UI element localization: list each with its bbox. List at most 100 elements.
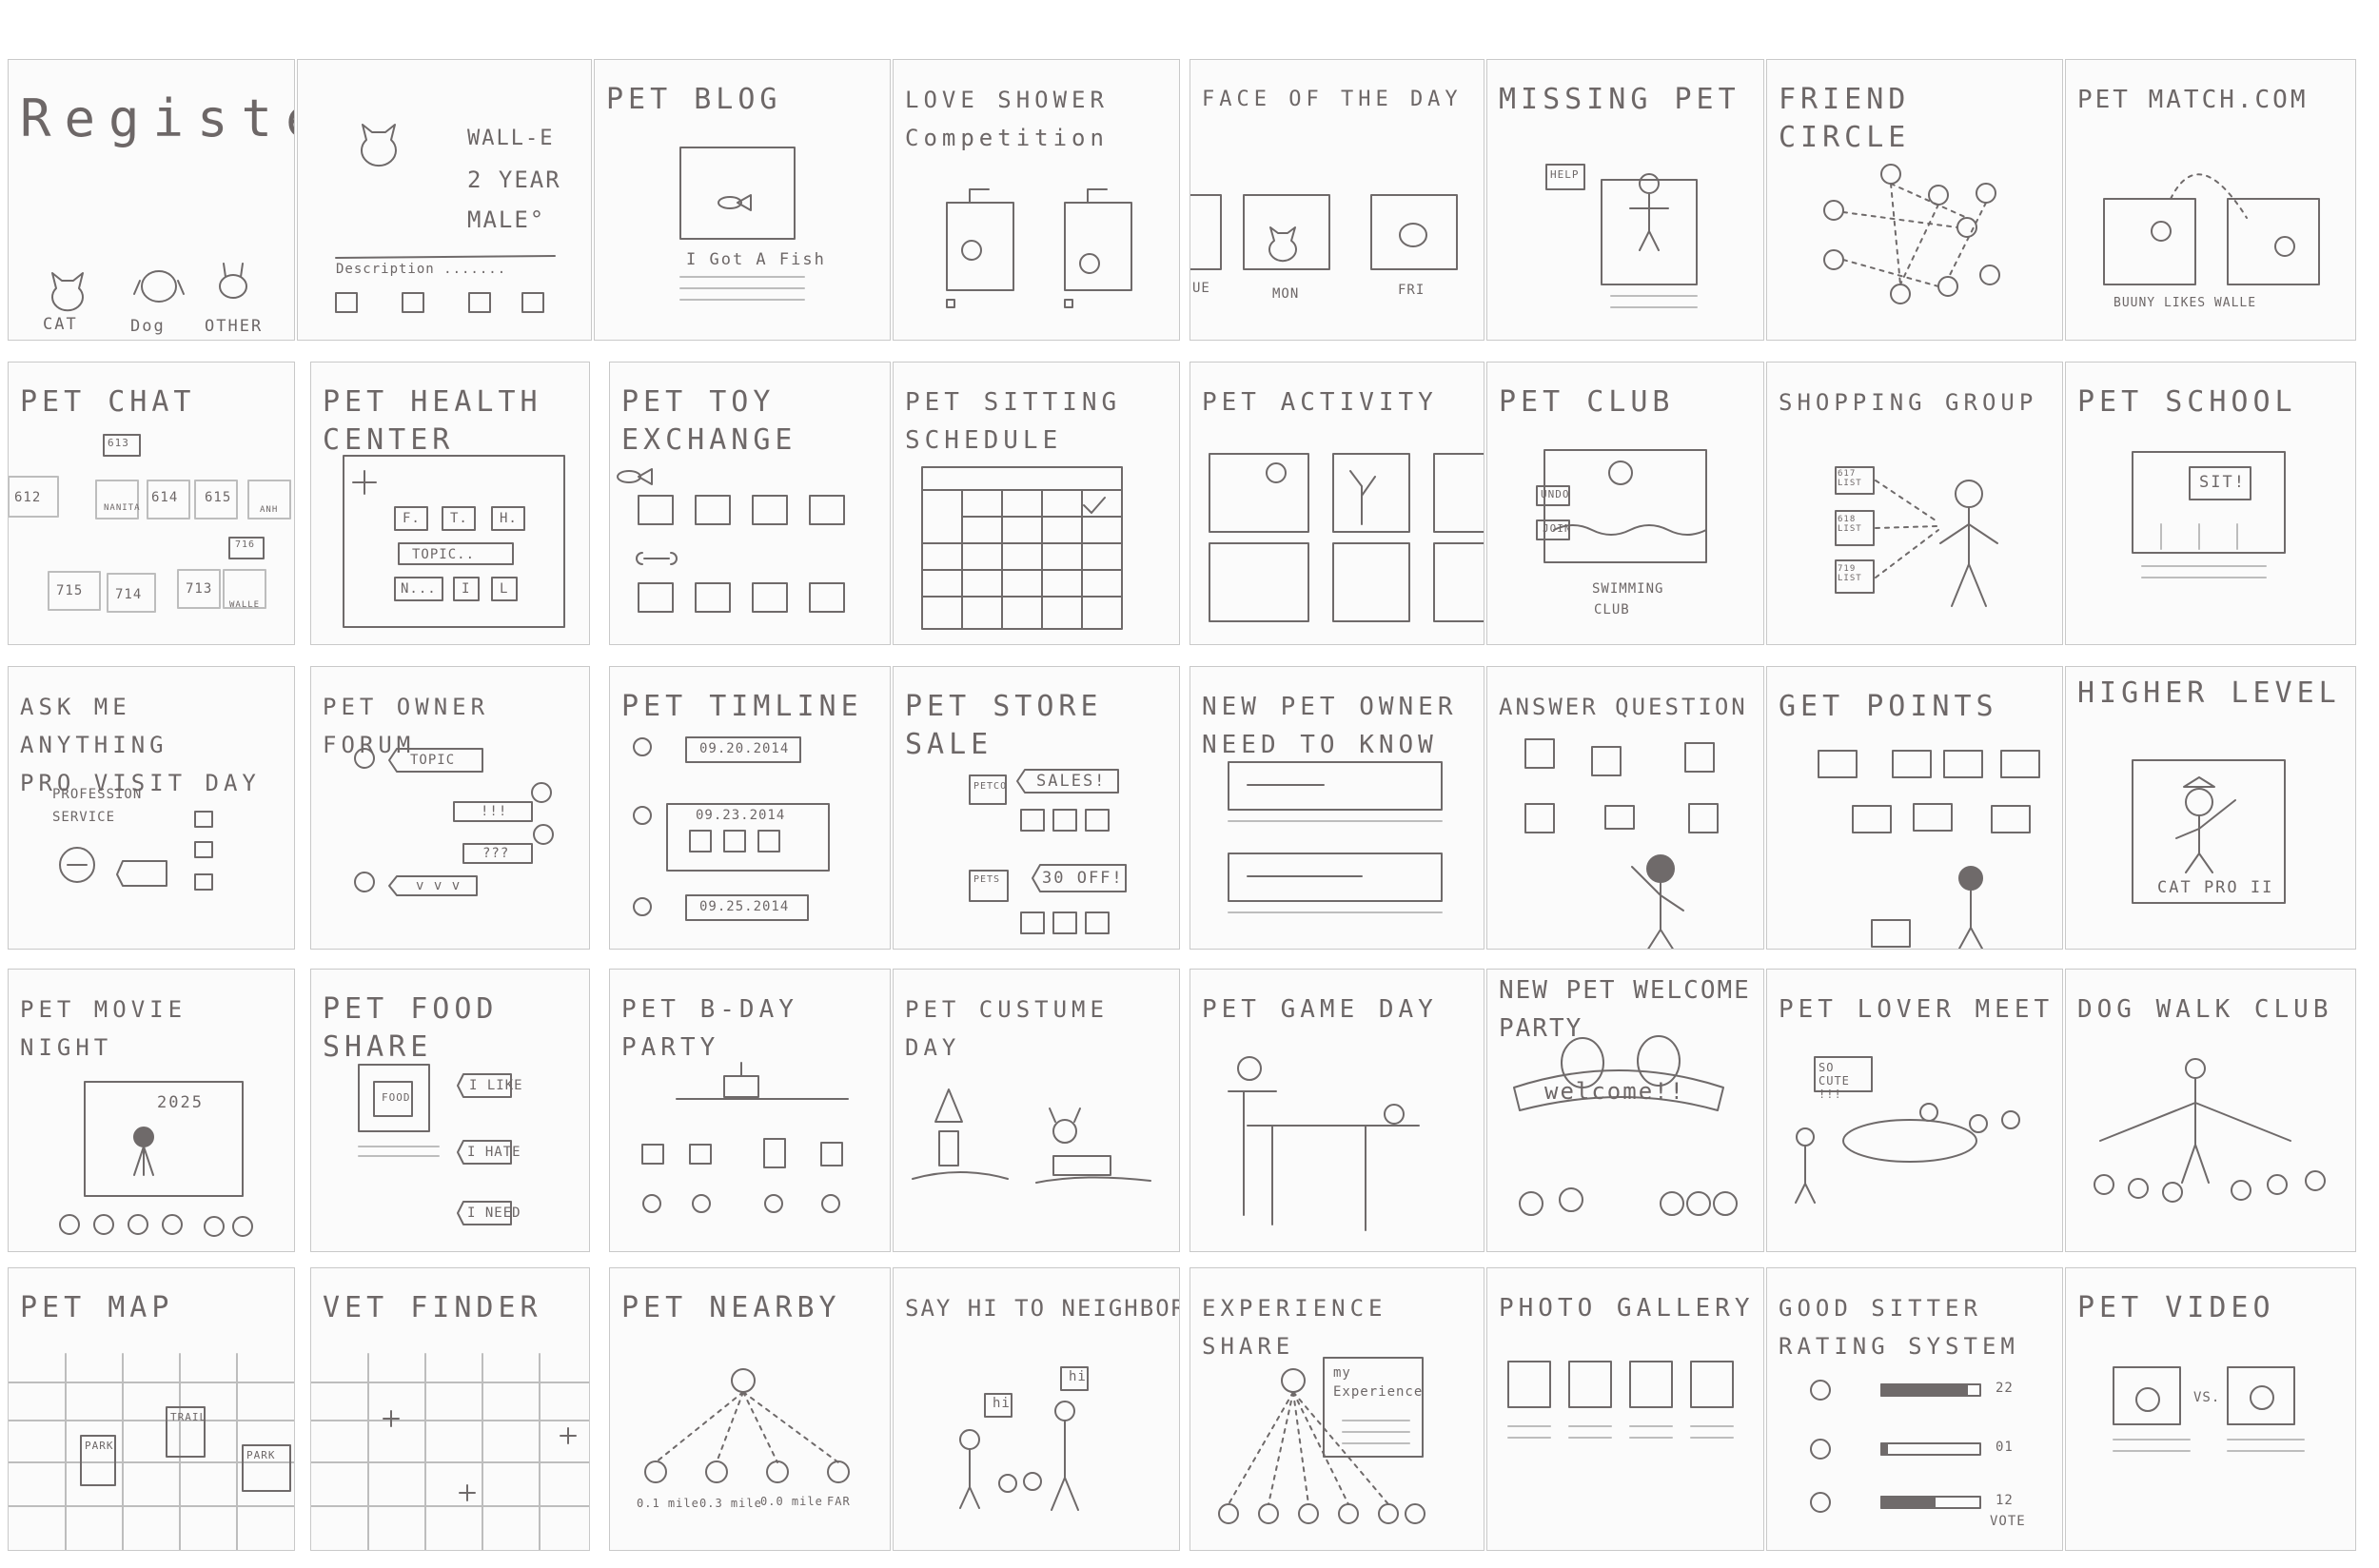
food-share-sketch bbox=[358, 1064, 512, 1225]
store-petco: PETCO bbox=[973, 781, 1008, 792]
level-badge: CAT PRO II bbox=[2157, 878, 2274, 897]
discount-banner: 30 OFF! bbox=[1042, 869, 1124, 888]
get-points-sketch bbox=[1818, 750, 2040, 949]
pet-anh: ANH bbox=[260, 505, 279, 515]
missing-pet-sketch bbox=[1545, 164, 1698, 308]
panel-pet-nearby: PET NEARBY 0.1 mile 0.3 mile 0.0 mile FA… bbox=[609, 1267, 891, 1551]
toy-grid-sketch bbox=[617, 468, 845, 613]
undo-button[interactable]: UNDO bbox=[1541, 488, 1570, 500]
panel-pet-toy: PET TOY EXCHANGE bbox=[609, 362, 891, 645]
forum-reply-2: ??? bbox=[482, 846, 510, 861]
panel-lover-meet: PET LOVER MEET SO CUTE !!! bbox=[1766, 969, 2063, 1252]
panel-ask-me: ASK ME ANYTHING PRO VISIT DAY PROFESSION… bbox=[8, 666, 295, 950]
timeline-date-2: 09.23.2014 bbox=[696, 808, 786, 823]
panel-higher-level: HIGHER LEVEL CAT PRO II bbox=[2065, 666, 2356, 950]
activity-grid-sketch bbox=[1209, 453, 1484, 622]
room-716[interactable]: 716 bbox=[235, 539, 255, 550]
topic-field[interactable]: TOPIC.. bbox=[412, 547, 475, 562]
panel-pet-school: PET SCHOOL SIT! bbox=[2065, 362, 2356, 645]
room-613[interactable]: 613 bbox=[108, 437, 129, 449]
panel-pet-chat: PET CHAT 612 613 614 615 715 714 713 716… bbox=[8, 362, 295, 645]
need-tag[interactable]: I NEED bbox=[467, 1205, 521, 1221]
room-614[interactable]: 614 bbox=[151, 490, 178, 505]
dog-option[interactable]: Dog bbox=[130, 317, 166, 336]
option-t[interactable]: T. bbox=[450, 511, 468, 526]
school-sketch bbox=[2132, 451, 2286, 578]
panel-answer-question: ANSWER QUESTION bbox=[1486, 666, 1764, 950]
forum-reply-1: !!! bbox=[481, 804, 508, 819]
hi-bubble-1: hi bbox=[993, 1396, 1011, 1411]
pet-nanita: NANITA bbox=[104, 503, 141, 513]
hate-tag[interactable]: I HATE bbox=[467, 1145, 521, 1160]
movie-year: 2025 bbox=[157, 1093, 204, 1112]
timeline-date-1: 09.20.2014 bbox=[699, 741, 790, 756]
vet-map-sketch bbox=[311, 1353, 589, 1550]
like-tag[interactable]: I LIKE bbox=[469, 1078, 523, 1093]
list-618[interactable]: 618 LIST bbox=[1838, 515, 1872, 534]
room-713[interactable]: 713 bbox=[186, 581, 212, 597]
option-l[interactable]: L bbox=[500, 581, 508, 597]
cat-option[interactable]: CAT bbox=[43, 315, 78, 334]
map-pin-trail[interactable]: TRAIL bbox=[170, 1411, 206, 1423]
panel-photo-gallery: PHOTO GALLERY bbox=[1486, 1267, 1764, 1551]
pet-age: 2 YEAR bbox=[467, 167, 561, 193]
timeline-date-3: 09.25.2014 bbox=[699, 899, 790, 914]
welcome-sketch bbox=[1513, 1035, 1738, 1216]
panel-pet-activity: PET ACTIVITY bbox=[1190, 362, 1484, 645]
sit-sign: SIT! bbox=[2199, 473, 2246, 492]
pet-walle: WALLE bbox=[229, 600, 261, 610]
forum-sketch bbox=[354, 748, 554, 896]
option-i[interactable]: I bbox=[462, 581, 470, 597]
option-f[interactable]: F. bbox=[403, 511, 421, 526]
day-mon: MON bbox=[1272, 286, 1300, 302]
answer-question-sketch bbox=[1524, 738, 1719, 949]
friend-network-sketch bbox=[1823, 164, 2000, 304]
panel-say-hi: SAY HI TO NEIGHBOR hi hi bbox=[893, 1267, 1180, 1551]
shopping-sketch bbox=[1835, 466, 1998, 607]
other-option[interactable]: OTHER bbox=[205, 317, 263, 336]
panel-friend-circle: FRIEND CIRCLE bbox=[1766, 59, 2063, 341]
option-n[interactable]: N... bbox=[401, 581, 437, 597]
gallery-sketch bbox=[1507, 1361, 1734, 1439]
map-pin-park-1[interactable]: PARK bbox=[85, 1440, 114, 1452]
experience-title-2: Experience bbox=[1333, 1384, 1424, 1400]
lover-meet-sketch bbox=[1795, 1056, 2020, 1204]
panel-profile: WALL-E 2 YEAR MALE° Description ....... bbox=[297, 59, 592, 341]
description-field[interactable]: Description ....... bbox=[336, 262, 506, 277]
room-714[interactable]: 714 bbox=[115, 587, 142, 602]
room-615[interactable]: 615 bbox=[205, 490, 231, 505]
profile-sketch bbox=[335, 124, 556, 313]
forum-topic[interactable]: TOPIC bbox=[410, 753, 455, 768]
room-715[interactable]: 715 bbox=[56, 583, 83, 598]
room-612[interactable]: 612 bbox=[14, 490, 41, 505]
experience-title-1: my bbox=[1333, 1365, 1351, 1381]
game-day-sketch bbox=[1228, 1056, 1420, 1231]
day-fri: FRI bbox=[1398, 283, 1425, 298]
club-name-1: SWIMMING bbox=[1592, 581, 1664, 597]
panel-food-share: PET FOOD SHARE FOOD I LIKE I HATE I NEED bbox=[310, 969, 590, 1252]
panel-dog-walk: DOG WALK CLUB bbox=[2065, 969, 2356, 1252]
experience-sketch bbox=[1218, 1357, 1425, 1524]
distance-3: 0.0 mile bbox=[760, 1495, 823, 1508]
profession-label: PROFESSION bbox=[52, 787, 143, 802]
option-h[interactable]: H. bbox=[500, 511, 518, 526]
panel-missing-pet: MISSING PET HELP bbox=[1486, 59, 1764, 341]
health-center-sketch bbox=[343, 455, 565, 628]
panel-owner-forum: PET OWNER FORUM TOPIC !!! ??? v v v bbox=[310, 666, 590, 950]
panel-welcome-party: NEW PET WELCOME PARTY welcome!! bbox=[1486, 969, 1764, 1252]
vote-button[interactable]: VOTE bbox=[1990, 1514, 2026, 1529]
match-caption: BUUNY LIKES WALLE bbox=[2114, 296, 2257, 310]
join-button[interactable]: JOIN bbox=[1543, 522, 1572, 535]
food-label: FOOD bbox=[382, 1091, 411, 1104]
service-label: SERVICE bbox=[52, 810, 116, 825]
say-hi-sketch bbox=[959, 1366, 1089, 1511]
map-sketch bbox=[9, 1353, 294, 1550]
panel-pet-match: PET MATCH.COM BUUNY LIKES WALLE bbox=[2065, 59, 2356, 341]
animal-icons-sketch bbox=[51, 263, 247, 312]
hi-bubble-2: hi bbox=[1069, 1369, 1087, 1384]
list-617[interactable]: 617 LIST bbox=[1838, 469, 1872, 488]
list-719[interactable]: 719 LIST bbox=[1838, 564, 1872, 583]
distance-1: 0.1 mile bbox=[637, 1497, 699, 1510]
panel-shopping-group: SHOPPING GROUP 617 LIST 618 LIST 719 LIS… bbox=[1766, 362, 2063, 645]
map-pin-park-2[interactable]: PARK bbox=[246, 1449, 276, 1461]
